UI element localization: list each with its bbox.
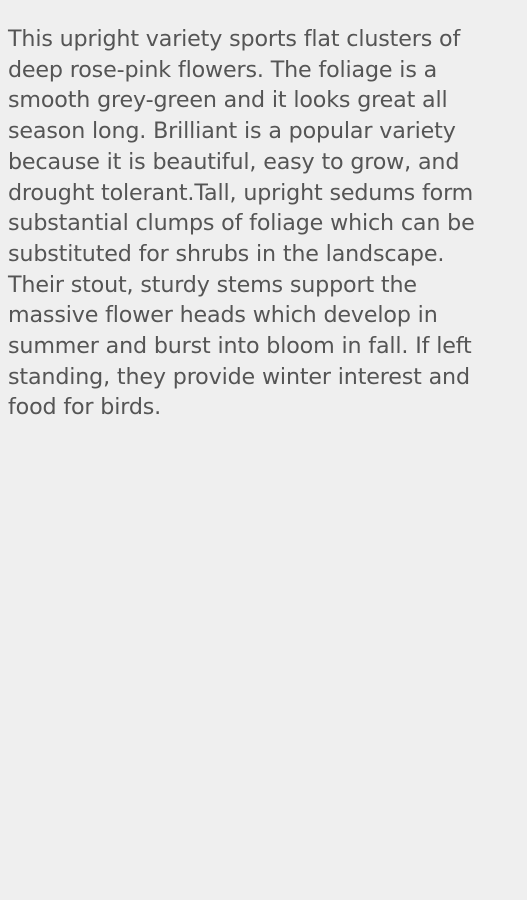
description-line: season long. Brilliant is a popular vari… bbox=[8, 118, 456, 145]
description-line: food for birds. bbox=[8, 394, 162, 421]
description-line: drought tolerant.Tall, upright sedums fo… bbox=[8, 179, 474, 206]
description-line: Their stout, sturdy stems support the bbox=[8, 271, 417, 298]
description-line: massive flower heads which develop in bbox=[8, 302, 438, 329]
description-line: standing, they provide winter interest a… bbox=[8, 363, 470, 390]
description-line: smooth grey-green and it looks great all bbox=[8, 87, 448, 114]
description-line: This upright variety sports flat cluster… bbox=[8, 26, 461, 52]
description-line: deep rose-pink flowers. The foliage is a bbox=[8, 56, 438, 83]
description-line: summer and burst into bloom in fall. If … bbox=[8, 333, 472, 360]
description-line: substantial clumps of foliage which can … bbox=[8, 210, 475, 237]
plant-description-text: This upright variety sports flat cluster… bbox=[8, 24, 520, 423]
description-line: because it is beautiful, easy to grow, a… bbox=[8, 148, 460, 175]
description-line: substituted for shrubs in the landscape. bbox=[8, 240, 445, 267]
app-screen: This upright variety sports flat cluster… bbox=[0, 0, 527, 900]
